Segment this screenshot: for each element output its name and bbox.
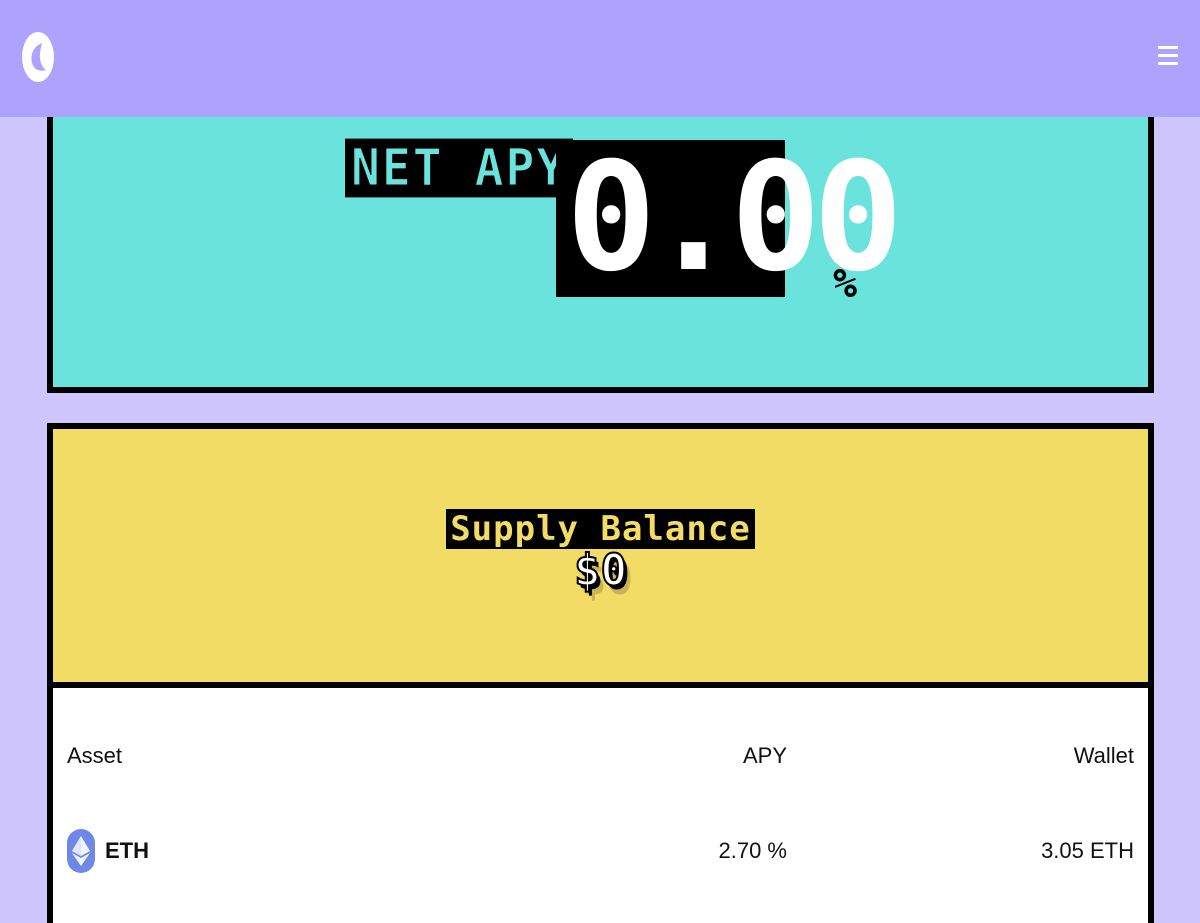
- menu-line: [1158, 54, 1178, 57]
- column-header-apy: APY: [742, 743, 787, 768]
- menu-line: [1158, 62, 1178, 65]
- net-apy-card: NET APY 0.00 %: [47, 100, 1154, 393]
- supply-balance-amount: $0: [573, 545, 628, 596]
- net-apy-value: 0.00: [566, 131, 903, 305]
- supply-balance-panel: Supply Balance $0: [53, 429, 1148, 688]
- menu-line: [1158, 46, 1178, 49]
- table-row[interactable]: ETH 2.70 % 3.05 ETH: [67, 829, 1134, 909]
- asset-name: ETH: [105, 838, 149, 863]
- table-header-row: Asset APY Wallet: [67, 743, 1134, 829]
- column-header-wallet: Wallet: [1073, 743, 1134, 768]
- top-bar: [0, 0, 1200, 117]
- net-apy-unit: %: [833, 261, 860, 307]
- supply-balance-title: Supply Balance: [53, 509, 1148, 549]
- asset-cell: ETH: [67, 829, 149, 873]
- asset-wallet-balance: 3.05 ETH: [1041, 838, 1134, 863]
- net-apy-value-box: 0.00: [556, 131, 903, 305]
- column-header-asset: Asset: [67, 743, 123, 768]
- supply-card: Supply Balance $0 Asset APY Wallet ETH 2…: [47, 423, 1154, 923]
- supply-asset-table: Asset APY Wallet ETH 2.70 % 3.05 ETH: [67, 743, 1134, 909]
- net-apy-label: NET APY: [345, 138, 574, 198]
- asset-apy: 2.70 %: [718, 838, 788, 863]
- hamburger-menu-icon[interactable]: [1158, 46, 1180, 68]
- ethereum-icon: [67, 829, 95, 873]
- kash-logo-icon[interactable]: [20, 30, 56, 84]
